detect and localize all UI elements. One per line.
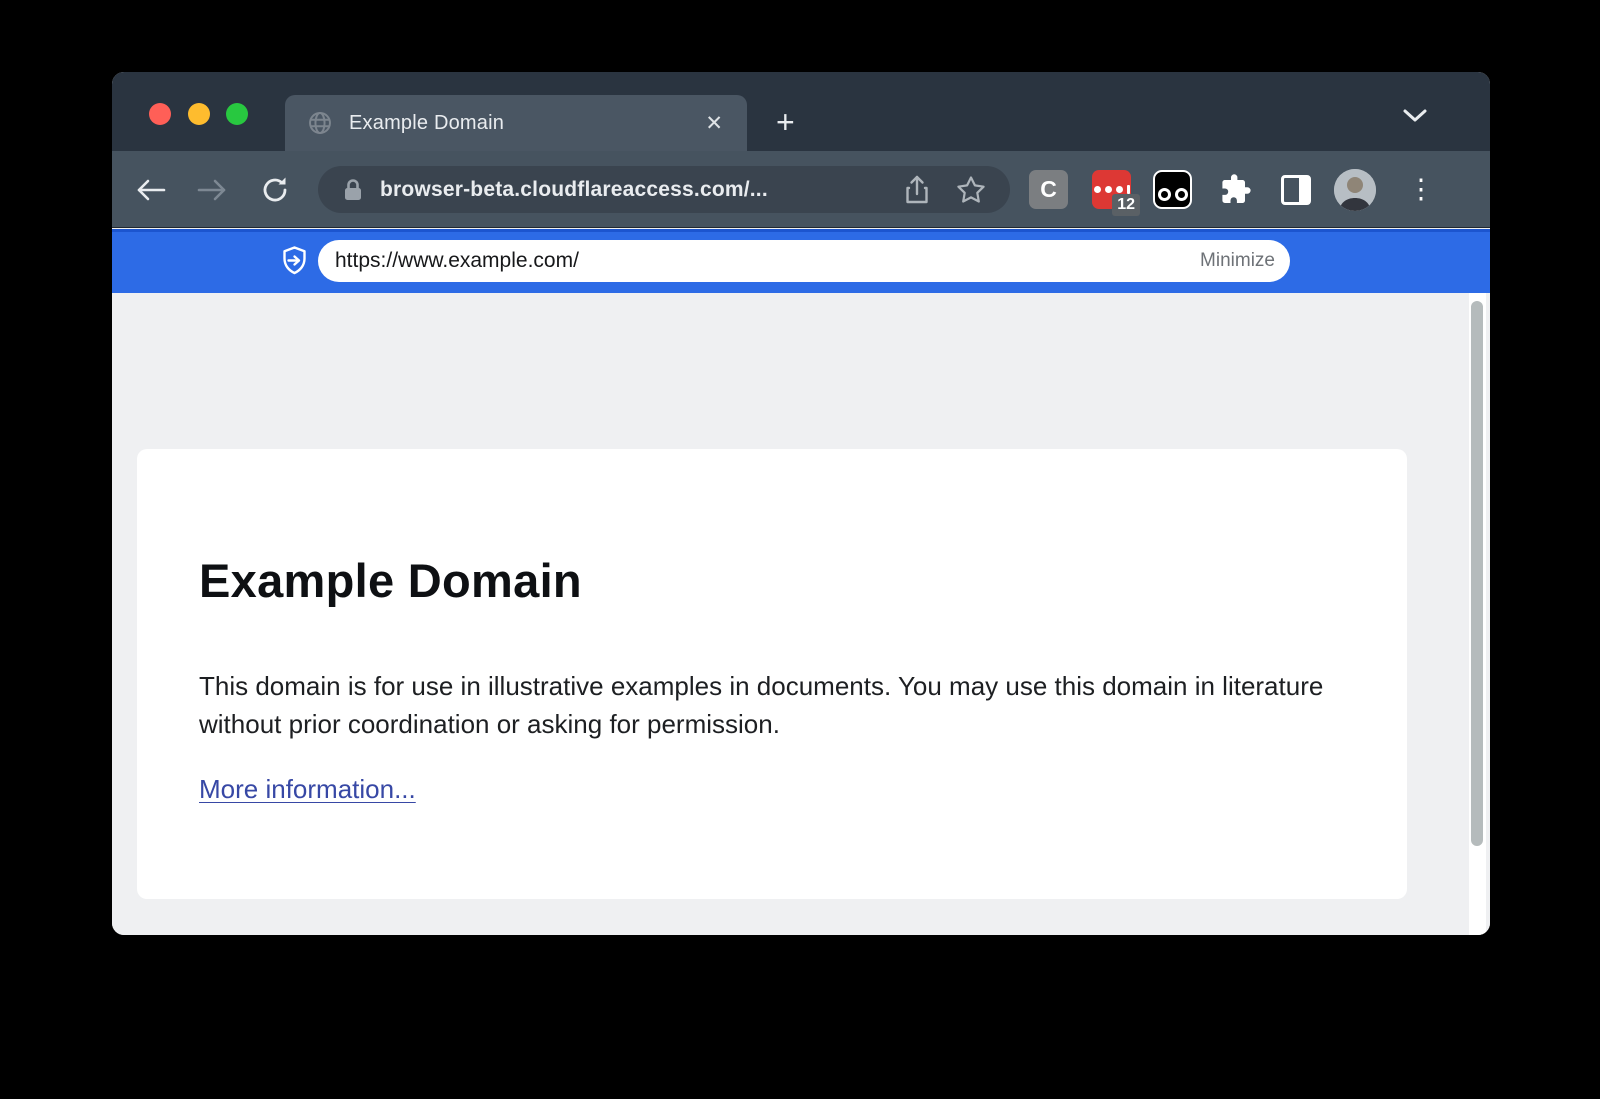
scrollbar-thumb[interactable] (1471, 301, 1483, 846)
window-zoom-button[interactable] (226, 103, 248, 125)
browser-toolbar: browser-beta.cloudflareaccess.com/... C … (112, 151, 1490, 228)
bookmark-star-icon[interactable] (956, 175, 986, 204)
remote-url-input[interactable]: https://www.example.com/ Minimize (318, 240, 1290, 282)
extension-c-icon[interactable]: C (1029, 170, 1068, 209)
extension-badge-count: 12 (1112, 194, 1140, 216)
browser-menu-icon[interactable]: ⋮ (1406, 170, 1436, 209)
new-tab-button[interactable]: + (776, 108, 795, 136)
page-scrollbar[interactable] (1469, 293, 1486, 935)
minimize-bar-button[interactable]: Minimize (1200, 250, 1275, 272)
tab-title: Example Domain (349, 112, 705, 135)
example-domain-card: Example Domain This domain is for use in… (137, 449, 1407, 899)
desktop-background: Example Domain ✕ + browse (0, 0, 1600, 1099)
globe-favicon-icon (307, 110, 333, 136)
page-viewport: Example Domain This domain is for use in… (112, 293, 1490, 935)
back-button[interactable] (132, 171, 170, 209)
browser-tab[interactable]: Example Domain ✕ (285, 95, 747, 151)
remote-url-value[interactable]: https://www.example.com/ (335, 249, 1200, 273)
remote-browser-bar: https://www.example.com/ Minimize (112, 229, 1490, 293)
red-dots-glyph (1094, 185, 1130, 194)
share-icon[interactable] (904, 175, 930, 205)
tab-search-chevron-icon[interactable] (1402, 108, 1428, 124)
window-minimize-button[interactable] (188, 103, 210, 125)
extension-red-dots-icon[interactable]: 12 (1092, 170, 1131, 209)
address-bar-url[interactable]: browser-beta.cloudflareaccess.com/... (380, 178, 904, 202)
page-body-text: This domain is for use in illustrative e… (199, 667, 1349, 743)
isolation-shield-icon (282, 246, 307, 275)
page-title: Example Domain (199, 553, 582, 608)
extensions-puzzle-icon[interactable] (1215, 170, 1254, 209)
tab-strip: Example Domain ✕ + (112, 72, 1490, 151)
more-information-link[interactable]: More information... (199, 774, 416, 805)
address-bar[interactable]: browser-beta.cloudflareaccess.com/... (318, 166, 1010, 213)
tab-close-icon[interactable]: ✕ (705, 113, 723, 134)
profile-avatar[interactable] (1334, 169, 1376, 211)
lock-icon[interactable] (343, 178, 363, 202)
reload-button[interactable] (256, 171, 294, 209)
forward-button[interactable] (193, 171, 231, 209)
browser-window: Example Domain ✕ + browse (112, 72, 1490, 935)
window-close-button[interactable] (149, 103, 171, 125)
extension-black-circles-icon[interactable] (1153, 170, 1192, 209)
side-panel-icon[interactable] (1276, 170, 1315, 209)
